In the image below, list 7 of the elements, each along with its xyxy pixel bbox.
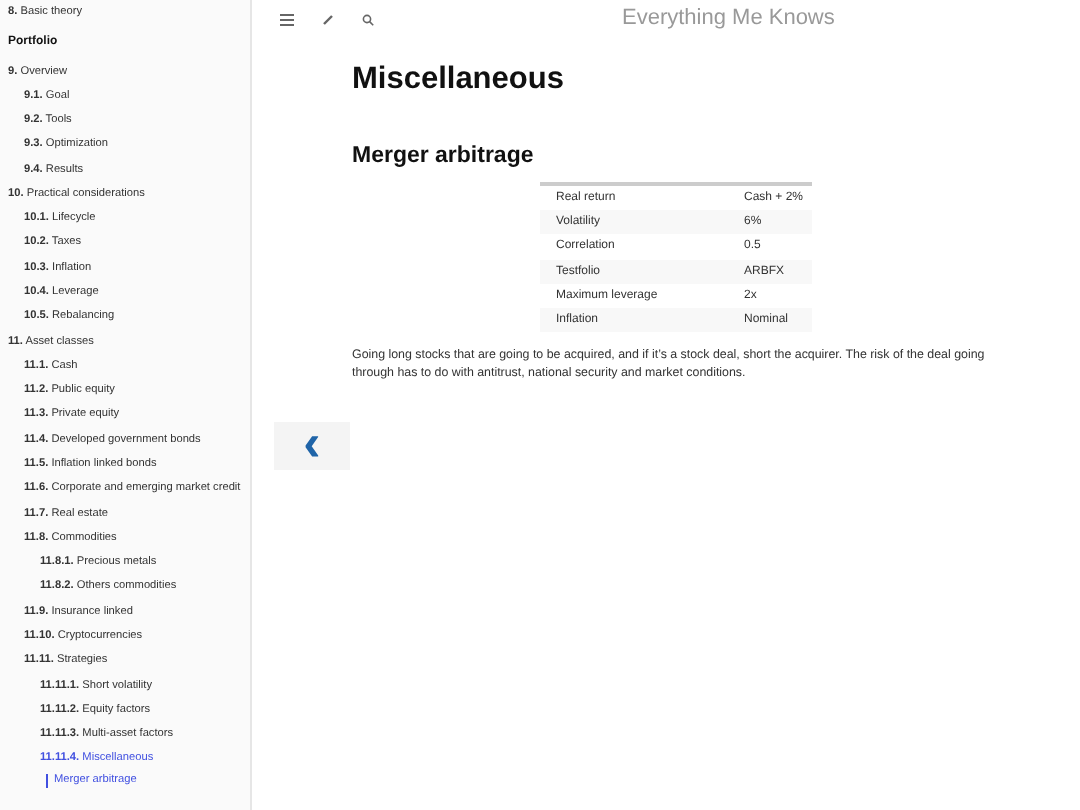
page-title: Miscellaneous (352, 62, 566, 98)
site-title: Everything Me Knows (622, 6, 835, 30)
pencil-icon[interactable] (318, 11, 336, 29)
previous-page-button[interactable]: ‹ (274, 422, 350, 471)
section-heading: Merger arbitrage (352, 144, 536, 168)
search-icon[interactable] (358, 11, 376, 29)
menu-icon[interactable] (278, 11, 296, 29)
